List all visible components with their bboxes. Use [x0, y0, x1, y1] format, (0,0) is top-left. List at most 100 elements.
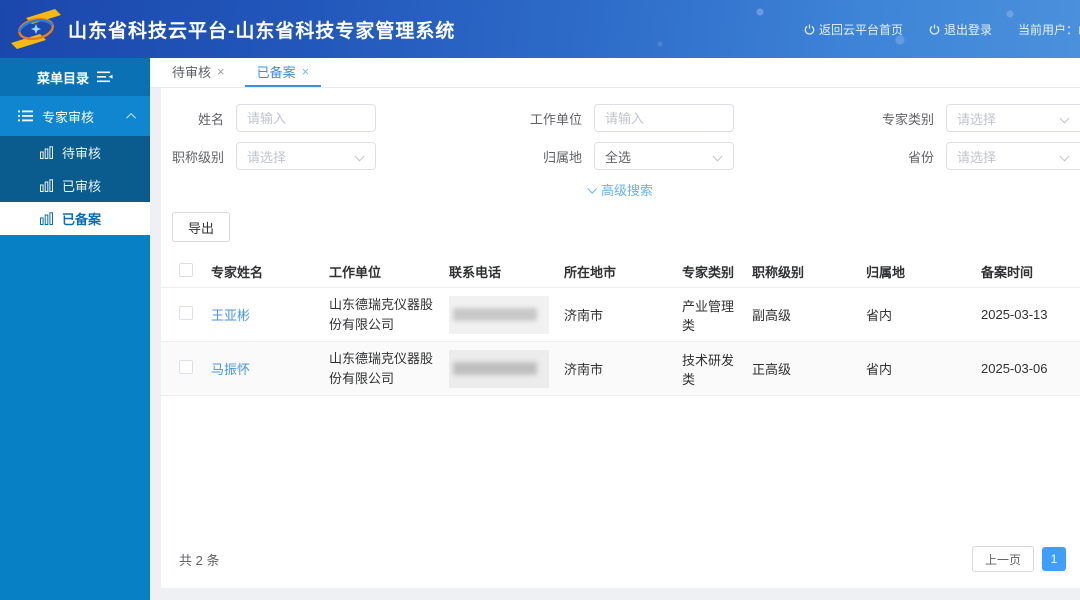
col-city: 所在地市 [564, 262, 682, 281]
bar-chart-icon [40, 212, 53, 225]
title-level-cell: 副高级 [752, 305, 866, 324]
category-cell: 技术研发类 [682, 350, 752, 388]
sidebar-group-expert-review[interactable]: 专家审核 [0, 96, 150, 136]
company-cell: 山东德瑞克仪器股份有限公司 [329, 288, 449, 341]
title-level-cell: 正高级 [752, 359, 866, 378]
close-icon[interactable]: × [217, 65, 225, 78]
expert-category-field-label: 专家类别 [734, 109, 946, 128]
belonging-cell: 省内 [866, 305, 981, 324]
table-row: 王亚彬 山东德瑞克仪器股份有限公司 济南市 产业管理类 副高级 省内 2025-… [161, 288, 1080, 342]
belonging-select[interactable]: 全选 [594, 142, 734, 170]
experts-table: 专家姓名 工作单位 联系电话 所在地市 专家类别 职称级别 归属地 备案时间 王… [161, 255, 1080, 396]
sidebar-group-label: 专家审核 [42, 107, 94, 126]
chevron-down-icon [1060, 152, 1070, 162]
col-phone: 联系电话 [449, 262, 564, 281]
chevron-down-icon [1060, 114, 1070, 124]
category-cell: 产业管理类 [682, 296, 752, 334]
belonging-field-label: 归属地 [376, 147, 594, 166]
search-form: 姓名 工作单位 [161, 88, 1080, 204]
work-unit-field-label: 工作单位 [376, 109, 594, 128]
name-input-wrap [236, 104, 376, 132]
menu-fold-icon [97, 71, 113, 83]
col-record-date: 备案时间 [981, 262, 1080, 281]
page-title: 山东省科技云平台-山东省科技专家管理系统 [68, 16, 455, 43]
company-cell: 山东德瑞克仪器股份有限公司 [329, 342, 449, 395]
col-belonging: 归属地 [866, 262, 981, 281]
platform-logo-icon [8, 6, 64, 52]
table-footer: 共 2 条 上一页 1 [161, 546, 1080, 588]
province-field-label: 省份 [734, 147, 946, 166]
sidebar: 菜单目录 专家审核 [0, 58, 150, 600]
work-unit-input[interactable] [605, 111, 723, 126]
chevron-down-icon [355, 152, 365, 162]
chevron-up-icon [126, 112, 136, 122]
tab-bar: 待审核 × 已备案 × [150, 58, 1080, 88]
col-title-level: 职称级别 [752, 262, 866, 281]
expert-category-select[interactable]: 请选择 [946, 104, 1080, 132]
close-icon[interactable]: × [302, 65, 310, 78]
menu-directory-header[interactable]: 菜单目录 [0, 58, 150, 96]
app-window: 山东省科技云平台-山东省科技专家管理系统 返回云平台首页 退出登录 当前用户：山… [0, 0, 1080, 600]
city-cell: 济南市 [564, 305, 682, 324]
content-area: 待审核 × 已备案 × 姓名 [150, 58, 1080, 600]
select-value: 请选择 [247, 147, 286, 166]
tab-filed[interactable]: 已备案 × [245, 57, 322, 87]
title-level-select[interactable]: 请选择 [236, 142, 376, 170]
table-header-row: 专家姓名 工作单位 联系电话 所在地市 专家类别 职称级别 归属地 备案时间 [161, 255, 1080, 288]
phone-cell [449, 296, 564, 334]
province-select[interactable]: 请选择 [946, 142, 1080, 170]
row-checkbox[interactable] [179, 360, 193, 374]
power-icon [804, 24, 815, 35]
pagination: 上一页 1 [972, 546, 1066, 572]
expert-name-link[interactable]: 马振怀 [211, 362, 250, 377]
app-header: 山东省科技云平台-山东省科技专家管理系统 返回云平台首页 退出登录 当前用户：山… [0, 0, 1080, 58]
sidebar-item-label: 已审核 [62, 176, 101, 195]
belonging-cell: 省内 [866, 359, 981, 378]
select-value: 请选择 [957, 147, 996, 166]
total-count-label: 共 2 条 [179, 550, 219, 569]
work-unit-input-wrap [594, 104, 734, 132]
logout-label: 退出登录 [944, 21, 992, 38]
chevron-down-icon [587, 183, 597, 193]
bar-chart-icon [40, 179, 53, 192]
expert-name-link[interactable]: 王亚彬 [211, 308, 250, 323]
list-icon [18, 110, 33, 122]
select-all-checkbox[interactable] [179, 263, 193, 277]
sidebar-item-filed[interactable]: 已备案 [0, 202, 150, 235]
redacted-phone [449, 296, 549, 334]
menu-directory-label: 菜单目录 [37, 68, 89, 87]
col-category: 专家类别 [682, 262, 752, 281]
row-checkbox[interactable] [179, 306, 193, 320]
table-row: 马振怀 山东德瑞克仪器股份有限公司 济南市 技术研发类 正高级 省内 2025-… [161, 342, 1080, 396]
tab-pending-review[interactable]: 待审核 × [160, 57, 237, 87]
phone-cell [449, 350, 564, 388]
record-date-cell: 2025-03-13 [981, 307, 1080, 322]
redacted-phone [449, 350, 549, 388]
table-toolbar: 导出 [161, 204, 1080, 242]
return-home-link[interactable]: 返回云平台首页 [804, 21, 903, 38]
header-links: 返回云平台首页 退出登录 当前用户：山东 [804, 21, 1080, 38]
advanced-search-toggle[interactable]: 高级搜索 [161, 174, 1080, 204]
chevron-down-icon [713, 152, 723, 162]
power-icon [929, 24, 940, 35]
advanced-search-label: 高级搜索 [601, 180, 653, 199]
sidebar-item-label: 待审核 [62, 143, 101, 162]
title-level-field-label: 职称级别 [161, 147, 236, 166]
city-cell: 济南市 [564, 359, 682, 378]
name-input[interactable] [247, 111, 365, 126]
prev-page-button[interactable]: 上一页 [972, 546, 1034, 572]
tab-label: 待审核 [172, 62, 211, 81]
sidebar-item-reviewed[interactable]: 已审核 [0, 169, 150, 202]
bar-chart-icon [40, 146, 53, 159]
sidebar-item-pending-review[interactable]: 待审核 [0, 136, 150, 169]
logout-link[interactable]: 退出登录 [929, 21, 992, 38]
page-number-button[interactable]: 1 [1042, 547, 1066, 571]
col-work-unit: 工作单位 [329, 262, 449, 281]
tab-label: 已备案 [257, 62, 296, 81]
record-date-cell: 2025-03-06 [981, 361, 1080, 376]
export-button[interactable]: 导出 [172, 212, 230, 242]
sidebar-submenu: 待审核 已审核 已备案 [0, 136, 150, 235]
current-user-label: 当前用户：山东 [1018, 21, 1080, 38]
col-expert-name: 专家姓名 [211, 262, 329, 281]
select-value: 请选择 [957, 109, 996, 128]
